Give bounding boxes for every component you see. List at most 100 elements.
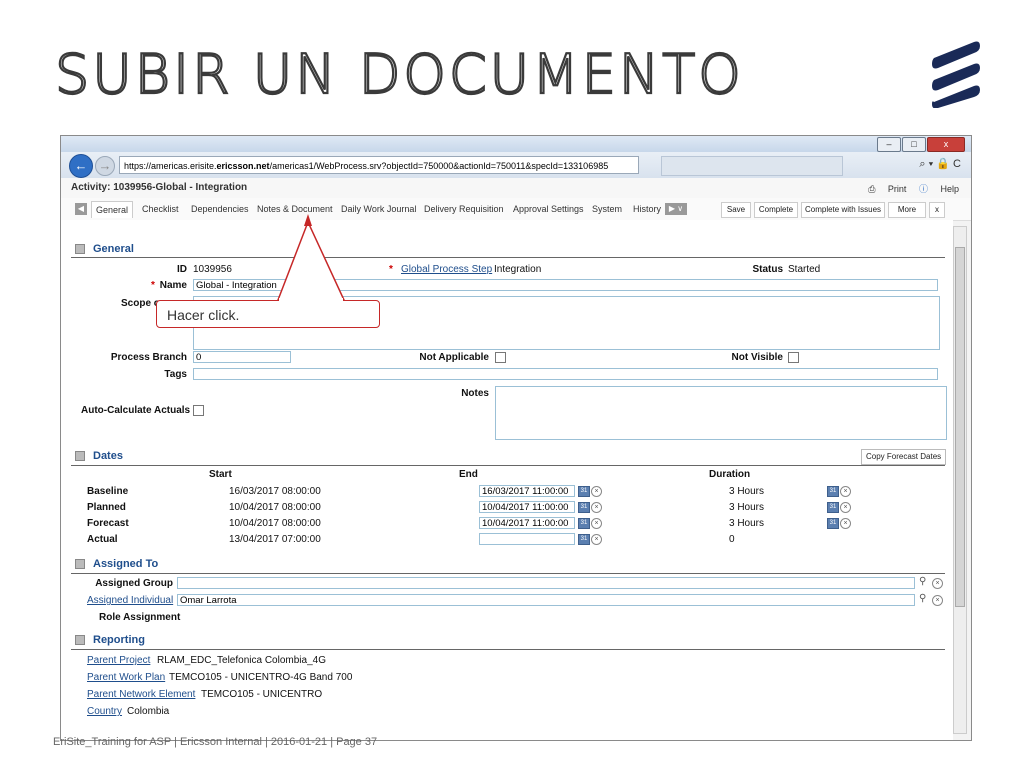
tab-general[interactable]: General [91,201,134,218]
section-assigned-title: Assigned To [93,558,159,570]
copy-forecast-dates-button[interactable]: Copy Forecast Dates [861,449,947,465]
assigned-individual-link[interactable]: Assigned Individual [87,595,173,606]
section-divider [71,465,945,466]
tab-approval-settings[interactable]: Approval Settings [513,204,584,214]
collapse-icon[interactable] [75,635,85,646]
print-help-links: ⎙ Print ⓘ Help [858,182,959,195]
status-label: Status [752,264,783,275]
clear-icon[interactable]: × [840,518,851,529]
tab-notes-document[interactable]: Notes & Document [257,204,333,214]
tab-system[interactable]: System [592,204,622,214]
calendar-icon[interactable]: 31 [578,534,590,545]
section-reporting-title: Reporting [93,634,145,646]
end-date-field[interactable] [479,533,575,545]
calendar-icon[interactable]: 31 [578,502,590,513]
not-visible-checkbox[interactable] [788,352,799,363]
save-button[interactable]: Save [721,202,751,218]
search-icon[interactable]: ⚲ [919,593,926,604]
maximize-button[interactable]: □ [902,137,926,152]
calendar-icon[interactable]: 31 [578,518,590,529]
not-applicable-checkbox[interactable] [495,352,506,363]
printer-icon[interactable]: ⎙ [868,184,875,194]
end-date-field[interactable]: 10/04/2017 11:00:00 [479,501,575,513]
clear-icon[interactable]: × [591,518,602,529]
country-value: Colombia [127,706,170,717]
name-label: Name [159,280,187,291]
duration-header: Duration [709,469,751,480]
complete-button[interactable]: Complete [754,202,798,218]
tab-dependencies[interactable]: Dependencies [191,204,249,214]
collapse-icon[interactable] [75,244,85,255]
ericsson-logo [932,41,980,108]
name-field[interactable]: Global - Integration [193,279,938,291]
slide-footer: EriSite_Training for ASP | Ericsson Inte… [53,736,378,748]
tab-checklist[interactable]: Checklist [142,204,179,214]
activity-title: Activity: 1039956-Global - Integration [71,182,248,193]
tab-history[interactable]: History [633,204,661,214]
section-assigned-to[interactable]: Assigned To [75,558,158,570]
section-general[interactable]: General [75,243,134,255]
tags-field[interactable] [193,368,938,380]
url-suffix: /americas1/WebProcess.srv?objectId=75000… [269,161,609,171]
close-window-button[interactable]: x [927,137,965,152]
calendar-icon[interactable]: 31 [827,502,839,513]
process-branch-field[interactable]: 0 [193,351,291,363]
end-date-field[interactable]: 10/04/2017 11:00:00 [479,517,575,529]
search-icon[interactable]: ⚲ [919,576,926,587]
tab-daily-work-journal[interactable]: Daily Work Journal [341,204,416,214]
tab-bar: ◀ General Checklist Dependencies Notes &… [61,198,971,221]
date-row-label: Planned [87,502,126,513]
help-link[interactable]: Help [940,184,959,194]
clear-icon[interactable]: × [840,502,851,513]
calendar-icon[interactable]: 31 [578,486,590,497]
more-button[interactable]: More [888,202,926,218]
notes-field[interactable] [495,386,947,440]
calendar-icon[interactable]: 31 [827,518,839,529]
clear-icon[interactable]: × [591,502,602,513]
help-icon[interactable]: ⓘ [919,184,928,194]
clear-icon[interactable]: × [932,595,943,606]
activity-bar: Activity: 1039956-Global - Integration ⎙… [61,178,971,199]
auto-calculate-checkbox[interactable] [193,405,204,416]
country-link[interactable]: Country [87,706,122,717]
required-marker: * [389,264,393,275]
collapse-icon[interactable] [75,451,85,462]
parent-network-element-value: TEMCO105 - UNICENTRO [201,689,323,700]
parent-network-element-link[interactable]: Parent Network Element [87,689,195,700]
section-dates-title: Dates [93,450,123,462]
scrollbar-thumb[interactable] [955,247,965,607]
calendar-icon[interactable]: 31 [827,486,839,497]
clear-icon[interactable]: × [840,486,851,497]
browser-screenshot: – □ x ← → https://americas.erisite.erics… [60,135,972,741]
parent-project-link[interactable]: Parent Project [87,655,150,666]
clear-icon[interactable]: × [932,578,943,589]
vertical-scrollbar[interactable] [953,226,967,734]
close-activity-button[interactable]: x [929,202,945,218]
minimize-button[interactable]: – [877,137,901,152]
callout-text: Hacer click. [167,307,240,323]
assigned-group-field[interactable] [177,577,915,589]
clear-icon[interactable]: × [591,486,602,497]
address-icons[interactable]: ⌕ ▾ 🔒 C [919,157,961,171]
section-general-title: General [93,243,134,255]
auto-calculate-actuals-label: Auto-Calculate Actuals [81,405,191,416]
parent-work-plan-link[interactable]: Parent Work Plan [87,672,165,683]
required-marker: * [151,280,155,291]
global-process-step-link[interactable]: Global Process Step [401,264,492,275]
duration-value: 3 Hours [729,518,765,529]
forward-arrow-icon[interactable]: → [95,156,115,176]
tab-scroll-right-icon[interactable]: ▶ ∨ [665,203,687,215]
url-input[interactable]: https://americas.erisite.ericsson.net/am… [119,156,639,174]
clear-icon[interactable]: × [591,534,602,545]
browser-tab[interactable] [661,156,843,176]
complete-with-issues-button[interactable]: Complete with Issues [801,202,885,218]
tab-delivery-requisition[interactable]: Delivery Requisition [424,204,504,214]
print-link[interactable]: Print [888,184,907,194]
assigned-individual-field[interactable]: Omar Larrota [177,594,915,606]
collapse-icon[interactable] [75,559,85,570]
back-arrow-icon[interactable]: ← [69,154,93,178]
end-date-field[interactable]: 16/03/2017 11:00:00 [479,485,575,497]
section-dates[interactable]: Dates [75,450,123,462]
section-reporting[interactable]: Reporting [75,634,145,646]
tab-scroll-left-icon[interactable]: ◀ [75,203,87,215]
